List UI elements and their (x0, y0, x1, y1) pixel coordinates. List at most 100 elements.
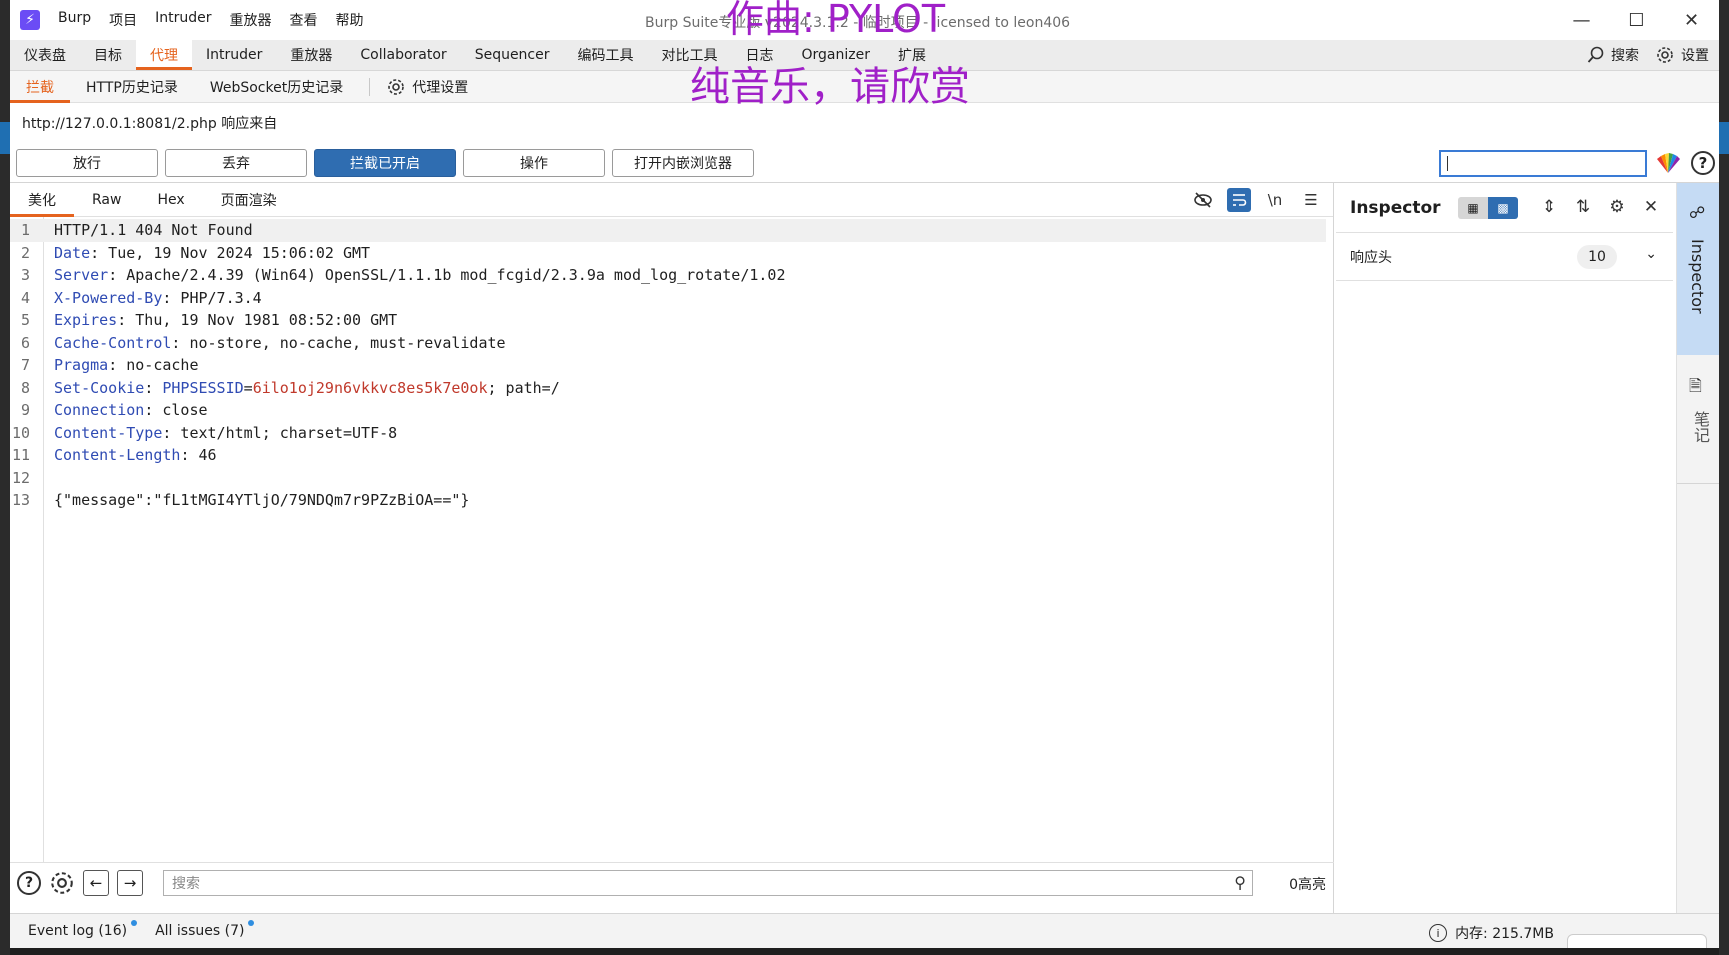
divider (1677, 483, 1719, 484)
arrow-right-icon[interactable]: → (117, 869, 143, 896)
close-window-icon[interactable]: ✕ (1664, 0, 1719, 40)
inspector-icon: ☍ (1689, 203, 1706, 222)
inspector-panel: Inspector ▦ ▩ ⇕ ⇅ ⚙ ✕ 响应头 10 ⌄ (1336, 183, 1673, 913)
subtab-intercept[interactable]: 拦截 (10, 71, 70, 103)
open-browser-button[interactable]: 打开内嵌浏览器 (612, 148, 754, 177)
tab-intruder[interactable]: Intruder (192, 39, 276, 70)
action-button[interactable]: 操作 (463, 148, 605, 177)
subtab-http-history[interactable]: HTTP历史记录 (70, 71, 194, 103)
menu-icon[interactable]: ☰ (1299, 188, 1323, 212)
menu-help[interactable]: 帮助 (336, 10, 364, 30)
tab-logger[interactable]: 日志 (732, 39, 788, 70)
expand-all-icon[interactable]: ⇕ (1539, 196, 1559, 218)
help-icon[interactable]: ? (1691, 151, 1715, 175)
title-bar: ⚡ Burp 项目 Intruder 重放器 查看 帮助 Burp Suite专… (10, 0, 1719, 40)
global-search-button[interactable]: 搜索 (1587, 45, 1639, 65)
response-editor: 美化 Raw Hex 页面渲染 \n ☰ 1 HTTP/1.1 404 Not F… (10, 183, 1334, 913)
color-highlight-icon[interactable] (1655, 151, 1681, 175)
global-settings-button[interactable]: 设置 (1655, 45, 1709, 65)
menu-bar: Burp 项目 Intruder 重放器 查看 帮助 (58, 10, 382, 30)
notification-dot (131, 920, 138, 926)
tab-collaborator[interactable]: Collaborator (346, 39, 460, 70)
subtab-websocket-history[interactable]: WebSocket历史记录 (194, 71, 359, 103)
info-icon: i (1429, 924, 1448, 942)
tab-comparer[interactable]: 对比工具 (648, 39, 732, 70)
rail-inspector-label: Inspector (1688, 239, 1707, 314)
burp-window: ⚡ Burp 项目 Intruder 重放器 查看 帮助 Burp Suite专… (10, 0, 1719, 948)
layout-side-icon[interactable]: ▦ (1458, 197, 1488, 219)
notification-dot (248, 920, 255, 926)
intercept-search-input[interactable] (1439, 150, 1647, 177)
editor-search-input[interactable]: 搜索 ⚲ (163, 870, 1253, 896)
intercept-toggle-button[interactable]: 拦截已开启 (314, 148, 456, 177)
desktop-right-edge (1719, 0, 1729, 955)
search-label: 搜索 (1611, 48, 1639, 64)
tab-hex[interactable]: Hex (139, 183, 202, 217)
inspector-section-response-headers[interactable]: 响应头 10 ⌄ (1336, 233, 1673, 281)
tab-proxy[interactable]: 代理 (136, 39, 192, 70)
highlights-count: 0高亮 (1289, 877, 1326, 893)
show-newlines-icon[interactable]: \n (1263, 188, 1287, 212)
tab-target[interactable]: 目标 (80, 39, 136, 70)
all-issues-link[interactable]: All issues (7) (155, 920, 255, 939)
inspector-tools: ⇕ ⇅ ⚙ ✕ (1539, 196, 1661, 218)
code-line: 4 X-Powered-By: PHP/7.3.4 (20, 288, 262, 307)
tab-organizer[interactable]: Organizer (788, 39, 884, 70)
collapse-all-icon[interactable]: ⇅ (1573, 196, 1593, 218)
divider (369, 77, 371, 96)
tab-dashboard[interactable]: 仪表盘 (10, 39, 80, 70)
code-line: 5 Expires: Thu, 19 Nov 1981 08:52:00 GMT (20, 311, 398, 330)
window-controls: — ☐ ✕ (1554, 0, 1719, 40)
gear-icon[interactable]: ⚙ (1607, 196, 1627, 218)
main-tabs: 仪表盘 目标 代理 Intruder 重放器 Collaborator Sequ… (10, 39, 1719, 71)
memory-indicator: i 内存: 215.7MB (1429, 923, 1554, 943)
minimize-icon[interactable]: — (1554, 0, 1609, 40)
code-line: 11 Content-Length: 46 (11, 446, 217, 465)
forward-button[interactable]: 放行 (16, 148, 158, 177)
burp-logo-icon: ⚡ (20, 10, 40, 30)
tab-pretty[interactable]: 美化 (10, 183, 74, 217)
response-code-area[interactable]: 1 HTTP/1.1 404 Not Found 2 Date: Tue, 19 N… (10, 217, 1334, 862)
status-bar: Event log (16) All issues (7) i 内存: 215.… (10, 913, 1719, 948)
chevron-down-icon[interactable]: ⌄ (1645, 246, 1657, 262)
editor-toolbar: \n ☰ (1191, 188, 1323, 212)
menu-project[interactable]: 项目 (109, 10, 137, 30)
layout-bottom-icon[interactable]: ▩ (1488, 197, 1518, 219)
word-wrap-icon[interactable] (1227, 188, 1251, 212)
code-line: 2 Date: Tue, 19 Nov 2024 15:06:02 GMT (20, 243, 371, 262)
maximize-icon[interactable]: ☐ (1609, 0, 1664, 40)
code-line: 3 Server: Apache/2.4.39 (Win64) OpenSSL/1… (20, 266, 786, 285)
tab-sequencer[interactable]: Sequencer (461, 39, 564, 70)
rail-notes-tab[interactable]: 🗎 笔记 (1677, 363, 1719, 463)
notes-icon: 🗎 (1689, 376, 1702, 395)
tab-raw[interactable]: Raw (74, 183, 139, 217)
code-line: 12 (11, 468, 30, 487)
global-tools: 搜索 设置 (1587, 45, 1709, 65)
menu-view[interactable]: 查看 (290, 10, 318, 30)
tab-extensions[interactable]: 扩展 (884, 39, 940, 70)
memory-label: 内存: 215.7MB (1455, 926, 1554, 942)
tab-repeater[interactable]: 重放器 (276, 39, 346, 70)
event-log-link[interactable]: Event log (16) (28, 920, 138, 939)
proxy-settings-label: 代理设置 (412, 79, 469, 96)
hide-nonprintable-icon[interactable] (1191, 188, 1215, 212)
inspector-layout-toggle: ▦ ▩ (1458, 197, 1518, 219)
editor-search-bar: ? ← → 搜索 ⚲ 0高亮 (10, 862, 1334, 902)
header-count-badge: 10 (1577, 245, 1617, 269)
proxy-settings-button[interactable]: 代理设置 (380, 77, 474, 97)
tab-render[interactable]: 页面渲染 (203, 183, 295, 217)
menu-burp[interactable]: Burp (58, 10, 91, 30)
arrow-left-icon[interactable]: ← (83, 869, 109, 896)
tab-decoder[interactable]: 编码工具 (564, 39, 648, 70)
menu-repeater[interactable]: 重放器 (230, 10, 272, 30)
desktop-left-edge (0, 0, 10, 955)
code-line: 13 {"message":"fL1tMGI4YTljO/79NDQm7r9PZz… (11, 491, 470, 510)
close-icon[interactable]: ✕ (1641, 196, 1661, 218)
code-line: 6 Cache-Control: no-store, no-cache, must… (20, 333, 506, 352)
drop-button[interactable]: 丢弃 (165, 148, 307, 177)
rail-inspector-tab[interactable]: ☍ Inspector (1677, 183, 1719, 355)
code-line: 8 Set-Cookie: PHPSESSID=6ilo1oj29n6vkkvc8… (20, 378, 560, 397)
menu-intruder[interactable]: Intruder (155, 10, 211, 30)
gear-icon[interactable] (49, 870, 75, 896)
help-icon[interactable]: ? (17, 870, 41, 895)
